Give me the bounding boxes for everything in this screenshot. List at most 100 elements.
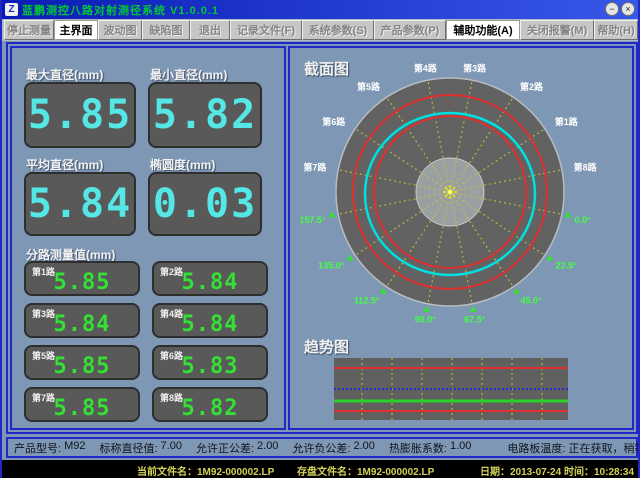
avg-diameter-label: 平均直径(mm)	[26, 156, 103, 173]
menu-close-alarm[interactable]: 关闭报警(M)	[520, 20, 594, 40]
ovality-label: 椭圆度(mm)	[150, 156, 215, 173]
center-star-icon	[443, 185, 457, 199]
angle-marker-icon	[546, 255, 553, 261]
angle-marker-icon	[513, 288, 520, 294]
charts-panel: 截面图 趋势图 第1路第2路第3路第4路第5路第6路第7路第8路0.0°22.5…	[288, 46, 634, 430]
channel-1-value: 5.85	[26, 270, 138, 295]
angle-marker-icon	[380, 288, 387, 294]
angle-marker-icon	[329, 211, 336, 217]
info-bar: 产品型号: M92 标称直径值: 7.00 允许正公差: 2.00 允许负公差:…	[6, 437, 638, 458]
time-display: 时间：10:28:34	[564, 463, 634, 478]
window-title: 蓝鹏测控八路对射测径系统 V1.0.0.1	[22, 2, 219, 18]
ovality-display: 0.03	[148, 172, 262, 236]
path-label: 第3路	[463, 62, 487, 73]
date-display: 日期：2013-07-24	[480, 463, 561, 478]
path-label: 第4路	[414, 62, 438, 73]
channel-6-display: 第6路 5.83	[152, 345, 268, 380]
min-diameter-display: 5.82	[148, 82, 262, 148]
path-label: 第5路	[357, 81, 381, 92]
expansion-coefficient-value: 1.00	[450, 440, 471, 456]
board-temperature-value: 正在获取，稍等片刻...	[568, 440, 640, 456]
product-model-label: 产品型号:	[14, 440, 61, 456]
app-icon: Z	[5, 3, 18, 16]
menu-bar: 停止测量 主界面 波动图 缺陷图 退出 记录文件(F) 系统参数(S) 产品参数…	[2, 19, 638, 41]
menu-exit[interactable]: 退出	[190, 20, 230, 40]
positive-tolerance-label: 允许正公差:	[196, 440, 254, 456]
menu-record-files[interactable]: 记录文件(F)	[230, 20, 302, 40]
min-diameter-value: 5.82	[153, 92, 257, 138]
menu-help[interactable]: 帮助(H)	[594, 20, 638, 40]
nominal-diameter-label: 标称直径值:	[99, 440, 157, 456]
angle-label: 67.5°	[464, 315, 486, 325]
path-label: 第2路	[520, 81, 544, 92]
menu-main-screen[interactable]: 主界面	[54, 20, 98, 40]
menu-system-params[interactable]: 系统参数(S)	[302, 20, 374, 40]
channel-8-display: 第8路 5.82	[152, 387, 268, 422]
angle-label: 22.5°	[556, 261, 578, 271]
channel-4-value: 5.84	[154, 312, 266, 337]
ovality-value: 0.03	[153, 181, 257, 227]
channel-8-value: 5.82	[154, 396, 266, 421]
channel-1-display: 第1路 5.85	[24, 261, 140, 296]
min-diameter-label: 最小直径(mm)	[150, 66, 227, 83]
expansion-coefficient-item: 热膨胀系数: 1.00	[389, 440, 471, 456]
menu-stop-measure[interactable]: 停止测量	[4, 20, 54, 40]
menu-defect-chart[interactable]: 缺陷图	[142, 20, 190, 40]
minimize-button[interactable]: −	[605, 2, 619, 16]
menu-product-params[interactable]: 产品参数(P)	[374, 20, 446, 40]
max-diameter-value: 5.85	[28, 92, 132, 138]
path-label: 第6路	[322, 116, 346, 127]
nominal-diameter-item: 标称直径值: 7.00	[99, 440, 181, 456]
current-filename: 当前文件名：1M92-000002.LP	[137, 463, 274, 478]
angle-label: 0.0°	[575, 215, 592, 225]
product-model-item: 产品型号: M92	[14, 440, 85, 456]
negative-tolerance-label: 允许负公差:	[292, 440, 350, 456]
title-bar: Z 蓝鹏测控八路对射测径系统 V1.0.0.1 − ×	[2, 0, 638, 19]
nominal-diameter-value: 7.00	[161, 440, 182, 456]
positive-tolerance-item: 允许正公差: 2.00	[196, 440, 278, 456]
angle-marker-icon	[347, 255, 354, 261]
channel-2-display: 第2路 5.84	[152, 261, 268, 296]
saved-filename: 存盘文件名：1M92-000002.LP	[297, 463, 434, 478]
channel-3-display: 第3路 5.84	[24, 303, 140, 338]
cross-section-chart: 第1路第2路第3路第4路第5路第6路第7路第8路0.0°22.5°45.0°67…	[290, 48, 632, 428]
angle-label: 90.0°	[415, 315, 437, 325]
board-temperature-label: 电路板温度:	[507, 440, 565, 456]
path-label: 第7路	[303, 161, 327, 172]
path-label: 第1路	[555, 116, 579, 127]
angle-label: 112.5°	[354, 296, 380, 306]
status-bar: 当前文件名：1M92-000002.LP 存盘文件名：1M92-000002.L…	[2, 460, 638, 478]
channel-4-display: 第4路 5.84	[152, 303, 268, 338]
angle-label: 135.0°	[318, 261, 345, 271]
menu-wave-chart[interactable]: 波动图	[98, 20, 142, 40]
main-area: 最大直径(mm) 5.85 最小直径(mm) 5.82 平均直径(mm) 5.8…	[6, 42, 638, 434]
channel-5-display: 第5路 5.85	[24, 345, 140, 380]
angle-label: 157.5°	[299, 215, 326, 225]
channel-3-value: 5.84	[26, 312, 138, 337]
menu-aux-functions[interactable]: 辅助功能(A)	[446, 20, 520, 40]
channel-7-value: 5.85	[26, 396, 138, 421]
negative-tolerance-value: 2.00	[354, 440, 375, 456]
product-model-value: M92	[64, 440, 85, 456]
channel-6-value: 5.83	[154, 354, 266, 379]
close-button[interactable]: ×	[621, 2, 635, 16]
negative-tolerance-item: 允许负公差: 2.00	[292, 440, 374, 456]
angle-marker-icon	[423, 306, 430, 312]
avg-diameter-value: 5.84	[28, 181, 132, 227]
expansion-coefficient-label: 热膨胀系数:	[389, 440, 447, 456]
channel-2-value: 5.84	[154, 270, 266, 295]
max-diameter-display: 5.85	[24, 82, 136, 148]
center-star-dot	[448, 190, 452, 194]
angle-marker-icon	[470, 306, 477, 312]
trend-chart	[334, 358, 568, 420]
path-label: 第8路	[574, 161, 598, 172]
app-window: Z 蓝鹏测控八路对射测径系统 V1.0.0.1 − × 停止测量 主界面 波动图…	[0, 0, 640, 478]
channel-7-display: 第7路 5.85	[24, 387, 140, 422]
avg-diameter-display: 5.84	[24, 172, 136, 236]
board-temperature-item: 电路板温度: 正在获取，稍等片刻...	[507, 440, 640, 456]
measurement-panel: 最大直径(mm) 5.85 最小直径(mm) 5.82 平均直径(mm) 5.8…	[10, 46, 286, 430]
positive-tolerance-value: 2.00	[257, 440, 278, 456]
angle-marker-icon	[564, 211, 571, 217]
channel-5-value: 5.85	[26, 354, 138, 379]
max-diameter-label: 最大直径(mm)	[26, 66, 103, 83]
